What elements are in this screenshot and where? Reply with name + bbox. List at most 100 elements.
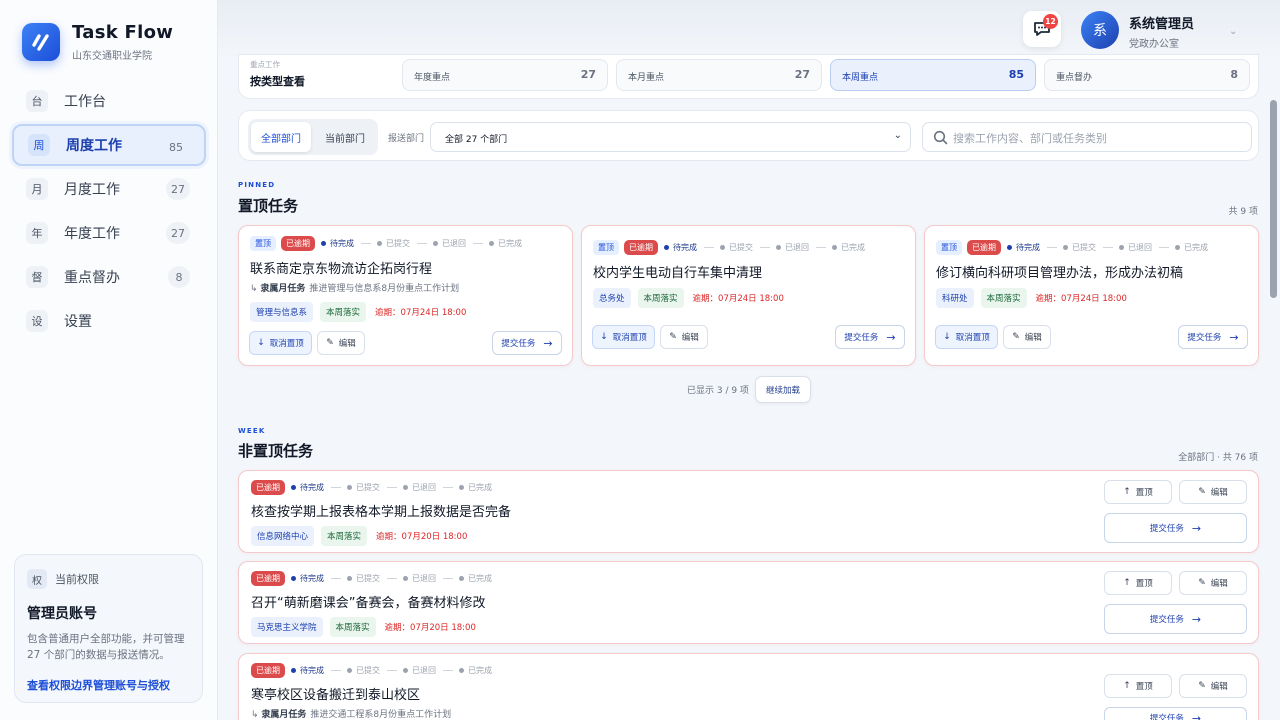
department-select[interactable]: 全部 27 个部门 ⌄ bbox=[430, 122, 911, 152]
department-chip: 信息网络中心 bbox=[251, 526, 315, 546]
pin-button[interactable]: ↑ 置顶 bbox=[1104, 480, 1172, 504]
overdue-tag: 已逾期 bbox=[251, 480, 285, 495]
status-step-done: 已完成 bbox=[468, 483, 492, 492]
overdue-tag: 已逾期 bbox=[251, 663, 285, 678]
task-row[interactable]: 已逾期 待完成 已提交 已退回 已完成 召开“萌新磨课会”备赛会，备赛材料修改 … bbox=[238, 561, 1259, 644]
chevron-down-icon[interactable]: ⌄ bbox=[1229, 26, 1237, 37]
arrow-right-icon: → bbox=[1191, 612, 1202, 626]
task-title[interactable]: 联系商定京东物流访企拓岗行程 bbox=[250, 258, 432, 277]
edit-button[interactable]: ✎ 编辑 bbox=[660, 325, 708, 349]
sidebar-item-weekly[interactable]: 周 周度工作 85 bbox=[12, 124, 206, 166]
type-card-yearly[interactable]: 年度重点 27 bbox=[402, 59, 608, 91]
scope-all-button[interactable]: 全部部门 bbox=[251, 122, 311, 152]
task-row[interactable]: 已逾期 待完成 已提交 已退回 已完成 寒亭校区设备搬迁到泰山校区 ↳ 隶属月任… bbox=[238, 653, 1259, 720]
edit-button[interactable]: ✎ 编辑 bbox=[1179, 571, 1247, 595]
type-bar: 重点工作 按类型查看 年度重点 27 本月重点 27 本周重点 85 重点督办 … bbox=[238, 54, 1259, 99]
task-status: 已逾期 待完成 已提交 已退回 已完成 bbox=[251, 663, 492, 678]
submit-task-button[interactable]: 提交任务 → bbox=[492, 331, 562, 355]
sidebar-item-monthly[interactable]: 月 月度工作 27 bbox=[12, 168, 206, 210]
status-step-done: 已完成 bbox=[468, 666, 492, 675]
type-card-supervision[interactable]: 重点督办 8 bbox=[1044, 59, 1250, 91]
sidebar-item-label: 重点督办 bbox=[64, 270, 120, 286]
status-step-pending: 待完成 bbox=[330, 239, 354, 248]
sidebar-item-label: 月度工作 bbox=[64, 182, 120, 198]
status-step-returned: 已退回 bbox=[442, 239, 466, 248]
pinned-task-card[interactable]: 置顶 已逾期 待完成 已提交 已退回 已完成 联系商定京东物流访企拓岗行程 ↳ … bbox=[238, 225, 573, 366]
submit-task-button[interactable]: 提交任务 → bbox=[1104, 513, 1247, 543]
submit-task-button[interactable]: 提交任务 → bbox=[1178, 325, 1248, 349]
pin-tag: 置顶 bbox=[593, 240, 619, 255]
parent-task-name: 推进管理与信息系8月份重点工作计划 bbox=[309, 284, 460, 294]
edit-button[interactable]: ✎ 编辑 bbox=[1179, 480, 1247, 504]
sidebar-item-yearly[interactable]: 年 年度工作 27 bbox=[12, 212, 206, 254]
status-step-returned: 已退回 bbox=[412, 574, 436, 583]
permission-link[interactable]: 查看权限边界管理账号与授权 bbox=[27, 677, 190, 693]
task-meta: 马克思主义学院 本周落实 逾期：07月20日 18:00 bbox=[251, 617, 476, 637]
chevron-down-icon: ⌄ bbox=[893, 130, 902, 141]
user-role: 党政办公室 bbox=[1129, 39, 1179, 50]
pin-label: 置顶 bbox=[1135, 579, 1153, 589]
pin-button[interactable]: ↑ 置顶 bbox=[1104, 571, 1172, 595]
overdue-tag: 已逾期 bbox=[251, 571, 285, 586]
due-text: 逾期：07月24日 18:00 bbox=[1035, 294, 1127, 304]
search-input[interactable]: 搜索工作内容、部门或任务类别 bbox=[922, 122, 1252, 152]
period-chip: 本周落实 bbox=[320, 302, 367, 322]
type-card-monthly[interactable]: 本月重点 27 bbox=[616, 59, 822, 91]
edit-button[interactable]: ✎ 编辑 bbox=[1003, 325, 1051, 349]
edit-button[interactable]: ✎ 编辑 bbox=[1179, 674, 1247, 698]
sidebar-item-supervision[interactable]: 督 重点督办 8 bbox=[12, 256, 206, 298]
brand[interactable]: Task Flow 山东交通职业学院 bbox=[22, 22, 173, 62]
task-parent: ↳ 隶属月任务 推进管理与信息系8月份重点工作计划 bbox=[250, 281, 459, 294]
scrollbar[interactable] bbox=[1270, 100, 1277, 298]
status-step-submitted: 已提交 bbox=[729, 243, 753, 252]
task-meta: 科研处 本周落实 逾期：07月24日 18:00 bbox=[936, 288, 1127, 308]
unpin-button[interactable]: ↓ 取消置顶 bbox=[935, 325, 998, 349]
parent-prefix: 隶属月任务 bbox=[261, 710, 307, 720]
task-status: 已逾期 待完成 已提交 已退回 已完成 bbox=[251, 480, 492, 495]
arrow-down-icon: ↓ bbox=[257, 338, 265, 348]
task-title[interactable]: 核查按学期上报表格本学期上报数据是否完备 bbox=[251, 501, 511, 520]
week-kicker: WEEK bbox=[238, 427, 266, 435]
arrow-up-icon: ↑ bbox=[1123, 487, 1131, 497]
load-more-button[interactable]: 继续加载 bbox=[755, 376, 811, 403]
edit-label: 编辑 bbox=[1210, 488, 1228, 498]
pencil-icon: ✎ bbox=[1198, 578, 1206, 588]
sidebar-item-workbench[interactable]: 台 工作台 bbox=[12, 80, 206, 122]
permission-icon: 权 bbox=[27, 569, 47, 589]
status-step-done: 已完成 bbox=[468, 574, 492, 583]
submit-task-button[interactable]: 提交任务 → bbox=[1104, 707, 1247, 720]
sidebar-item-label: 年度工作 bbox=[64, 226, 120, 242]
pinned-task-card[interactable]: 置顶 已逾期 待完成 已提交 已退回 已完成 修订横向科研项目管理办法，形成办法… bbox=[924, 225, 1259, 366]
sidebar-nav: 台 工作台 周 周度工作 85 月 月度工作 27 年 年度工作 27 督 重点… bbox=[12, 80, 206, 344]
submit-task-button[interactable]: 提交任务 → bbox=[835, 325, 905, 349]
user-name[interactable]: 系统管理员 bbox=[1129, 13, 1194, 32]
pinned-count: 共 9 项 bbox=[1228, 207, 1258, 217]
avatar[interactable]: 系 bbox=[1081, 11, 1119, 49]
unpin-button[interactable]: ↓ 取消置顶 bbox=[249, 331, 312, 355]
unpin-label: 取消置顶 bbox=[955, 333, 990, 343]
task-title[interactable]: 校内学生电动自行车集中清理 bbox=[593, 262, 762, 281]
pin-button[interactable]: ↑ 置顶 bbox=[1104, 674, 1172, 698]
unpin-button[interactable]: ↓ 取消置顶 bbox=[592, 325, 655, 349]
top-bar bbox=[218, 0, 1280, 58]
sidebar-item-label: 设置 bbox=[64, 314, 92, 330]
status-step-submitted: 已提交 bbox=[356, 666, 380, 675]
scope-current-button[interactable]: 当前部门 bbox=[315, 122, 375, 152]
edit-button[interactable]: ✎ 编辑 bbox=[317, 331, 365, 355]
due-text: 逾期：07月24日 18:00 bbox=[375, 308, 467, 318]
filter-bar: 全部部门 当前部门 报送部门 全部 27 个部门 ⌄ 搜索工作内容、部门或任务类… bbox=[238, 110, 1259, 161]
type-card-weekly[interactable]: 本周重点 85 bbox=[830, 59, 1036, 91]
status-step-submitted: 已提交 bbox=[386, 239, 410, 248]
task-row[interactable]: 已逾期 待完成 已提交 已退回 已完成 核查按学期上报表格本学期上报数据是否完备… bbox=[238, 470, 1259, 553]
submit-task-button[interactable]: 提交任务 → bbox=[1104, 604, 1247, 634]
task-title[interactable]: 寒亭校区设备搬迁到泰山校区 bbox=[251, 684, 420, 703]
sidebar-item-settings[interactable]: 设 设置 bbox=[12, 300, 206, 342]
department-chip: 管理与信息系 bbox=[250, 302, 314, 322]
permission-title: 管理员账号 bbox=[27, 606, 97, 622]
task-title[interactable]: 召开“萌新磨课会”备赛会，备赛材料修改 bbox=[251, 592, 485, 611]
status-step-submitted: 已提交 bbox=[1072, 243, 1096, 252]
notification-button[interactable]: 12 bbox=[1023, 11, 1061, 47]
overdue-tag: 已逾期 bbox=[624, 240, 658, 255]
task-title[interactable]: 修订横向科研项目管理办法，形成办法初稿 bbox=[936, 262, 1183, 281]
pinned-task-card[interactable]: 置顶 已逾期 待完成 已提交 已退回 已完成 校内学生电动自行车集中清理 总务处… bbox=[581, 225, 916, 366]
